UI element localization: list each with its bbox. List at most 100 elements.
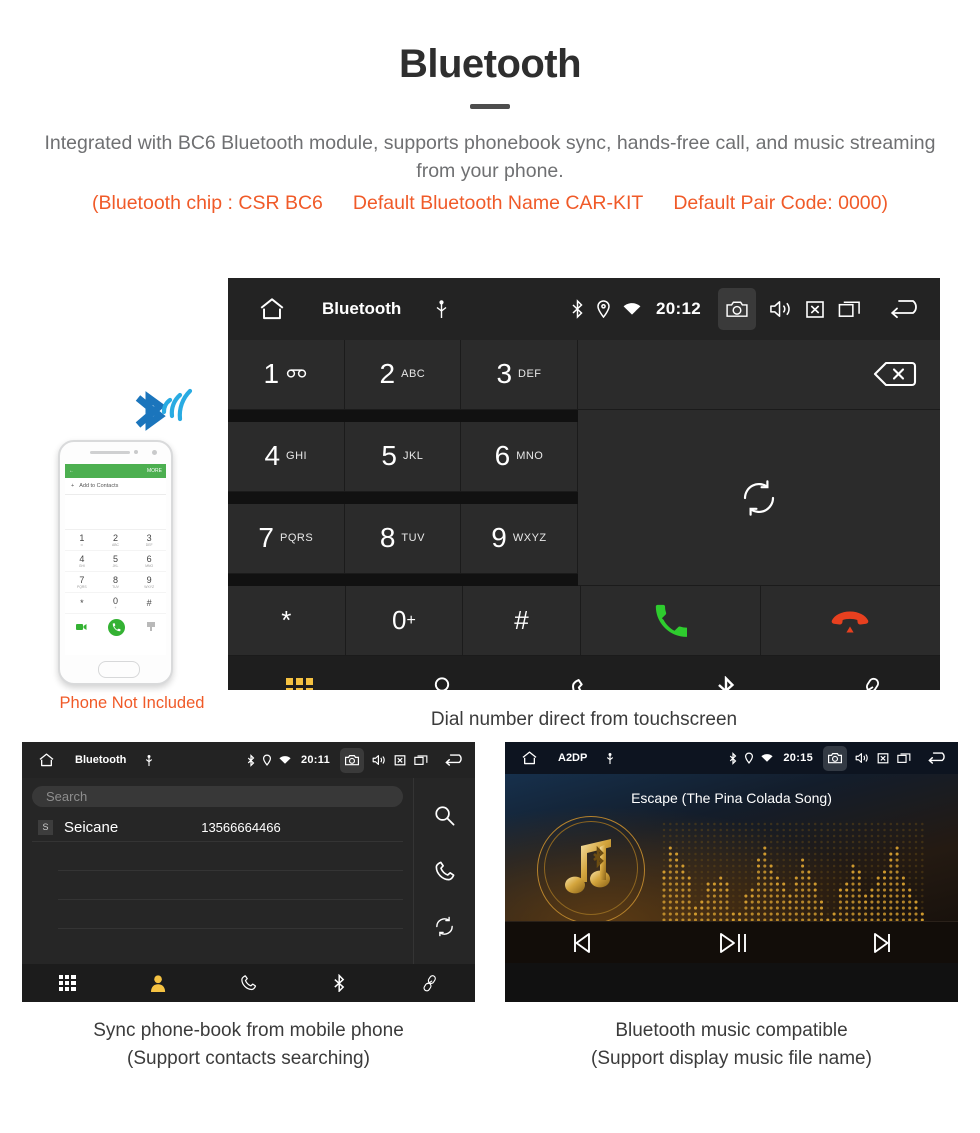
music-transport-controls[interactable]: [505, 921, 958, 963]
dial-key-hash[interactable]: #: [463, 586, 581, 656]
music-previous-button[interactable]: [505, 931, 656, 955]
dial-key-6[interactable]: 6 MNO: [461, 422, 578, 492]
dial-key-5[interactable]: 5 JKL: [344, 422, 462, 492]
phone-key-letters: DEF: [145, 542, 153, 547]
dial-key-7[interactable]: 7 PQRS: [228, 504, 345, 574]
phone-key-8: 8 TUV: [98, 572, 133, 593]
phone-keypad-icon: [147, 618, 156, 636]
dial-key-star[interactable]: *: [228, 586, 346, 656]
home-icon[interactable]: [38, 752, 55, 768]
nav-disconnect[interactable]: [798, 676, 940, 690]
table-row[interactable]: S Seicane 13566664466: [32, 813, 403, 842]
dialer-navbar[interactable]: [228, 656, 940, 690]
volume-icon[interactable]: [372, 754, 386, 766]
nav-contacts[interactable]: [370, 676, 512, 690]
contacts-list[interactable]: S Seicane 13566664466: [32, 813, 403, 929]
spec-name: Default Bluetooth Name CAR-KIT: [352, 191, 644, 214]
dialer-caption: Dial number direct from touchscreen: [430, 709, 738, 730]
dial-key-1[interactable]: 1: [228, 340, 345, 410]
recent-apps-icon[interactable]: [838, 299, 861, 319]
phone-key-letters: +: [114, 605, 117, 610]
dialer-number-field[interactable]: [578, 340, 940, 410]
hangup-button[interactable]: [760, 586, 940, 656]
volume-icon[interactable]: [769, 299, 792, 319]
empty-list-row: [58, 842, 403, 871]
dial-key-letters: WXYZ: [512, 532, 547, 545]
dialer-screen[interactable]: Bluetooth 20:12 1 2 ABC 3 DEF 4 GHI 5 JK…: [228, 278, 940, 690]
spec-pair-code: Default Pair Code: 0000): [673, 191, 888, 214]
close-box-icon[interactable]: [805, 299, 825, 319]
plus-icon: +: [71, 483, 75, 489]
search-input[interactable]: Search: [32, 786, 403, 807]
dial-key-2[interactable]: 2 ABC: [344, 340, 462, 410]
camera-icon[interactable]: [718, 288, 756, 330]
contact-name: Seicane: [64, 818, 119, 836]
dialer-bottom-row[interactable]: * 0 + #: [228, 586, 940, 656]
dialer-display[interactable]: [578, 340, 940, 586]
phone-icon[interactable]: [434, 860, 456, 882]
nav-call-log[interactable]: [513, 677, 655, 690]
back-arrow-icon[interactable]: [928, 751, 949, 765]
sync-icon[interactable]: [433, 915, 456, 938]
contacts-caption-line2: (Support contacts searching): [127, 1047, 370, 1069]
dial-key-8[interactable]: 8 TUV: [344, 504, 462, 574]
music-screen[interactable]: A2DP 20:15 Escape (The Pina Colada Song): [505, 742, 958, 1002]
bluetooth-icon: [718, 676, 735, 690]
back-arrow-icon[interactable]: [445, 753, 466, 767]
phone-key-4: 4 GHI: [65, 551, 99, 572]
phone-key-letters: JKL: [112, 563, 119, 568]
contacts-side-toolbar[interactable]: [413, 778, 475, 964]
nav-keypad[interactable]: [22, 974, 113, 992]
phone-key-digit: 7: [79, 574, 85, 585]
nav-bluetooth[interactable]: [294, 973, 385, 993]
back-arrow-icon[interactable]: [890, 298, 924, 320]
nav-call-log[interactable]: [203, 974, 294, 991]
close-box-icon[interactable]: [394, 754, 406, 766]
music-play-pause-button[interactable]: [656, 931, 807, 955]
sync-icon[interactable]: [738, 477, 780, 519]
recent-apps-icon[interactable]: [897, 752, 911, 764]
phone-more-label: MORE: [147, 468, 162, 474]
dialer-keypad[interactable]: 1 2 ABC 3 DEF 4 GHI 5 JKL 6 MNO 7 PQRS 8 TUV 9 WXYZ: [228, 340, 578, 586]
phone-key-digit: 2: [112, 532, 118, 543]
dial-key-letters: MNO: [516, 450, 544, 463]
nav-contacts[interactable]: [113, 974, 204, 993]
nav-keypad[interactable]: [228, 677, 370, 690]
contact-initial-badge: S: [38, 819, 53, 835]
dial-key-0[interactable]: 0 +: [345, 586, 464, 656]
contacts-caption: Sync phone-book from mobile phone (Suppo…: [22, 1017, 475, 1072]
album-art: [537, 816, 645, 924]
home-icon[interactable]: [258, 296, 286, 322]
call-button[interactable]: [580, 586, 761, 656]
phone-key-2: 2 ABC: [98, 530, 133, 551]
volume-icon[interactable]: [855, 752, 869, 764]
close-box-icon[interactable]: [877, 752, 889, 764]
search-icon[interactable]: [433, 804, 456, 827]
phone-action-row: [65, 614, 166, 640]
contacts-screen[interactable]: Bluetooth 20:11 Search S Seicane 1356666…: [22, 742, 475, 1002]
nav-disconnect[interactable]: [384, 974, 475, 993]
music-next-button[interactable]: [807, 931, 958, 955]
dial-key-9[interactable]: 9 WXYZ: [461, 504, 578, 574]
wifi-icon: [761, 753, 773, 763]
camera-icon[interactable]: [340, 747, 364, 773]
phone-key-1: 1 ∞: [65, 530, 99, 551]
phone-back-icon: ←: [69, 468, 74, 474]
music-body: Escape (The Pina Colada Song): [505, 774, 958, 963]
dialer-sync-area[interactable]: [578, 410, 940, 586]
nav-bluetooth[interactable]: [655, 676, 797, 690]
camera-icon[interactable]: [823, 745, 847, 771]
dialer-title: Bluetooth: [322, 299, 402, 318]
dial-key-digit: 7: [258, 522, 274, 554]
home-icon[interactable]: [521, 750, 538, 766]
dial-key-3[interactable]: 3 DEF: [461, 340, 578, 410]
dial-key-4[interactable]: 4 GHI: [228, 422, 345, 492]
link-icon: [858, 677, 879, 690]
dial-key-letters: DEF: [518, 368, 542, 381]
page-subtitle: Integrated with BC6 Bluetooth module, su…: [44, 132, 936, 183]
skip-next-icon: [870, 931, 896, 955]
backspace-icon[interactable]: [872, 359, 918, 389]
dial-key-digit: 6: [494, 440, 511, 472]
contacts-navbar[interactable]: [22, 964, 475, 1002]
recent-apps-icon[interactable]: [414, 754, 428, 766]
